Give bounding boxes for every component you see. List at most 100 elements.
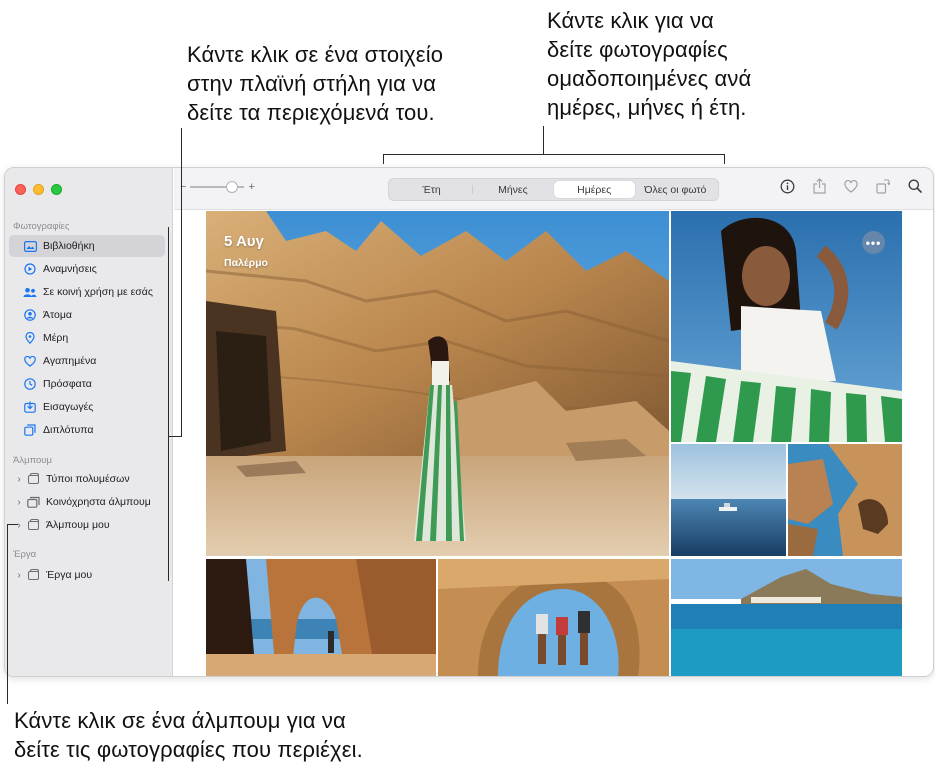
sidebar-item-label: Εισαγωγές [43,401,94,413]
tab-days[interactable]: Ημέρες [553,181,635,198]
sidebar-item-label: Άλμπουμ μου [46,519,110,531]
chevron-right-icon[interactable]: › [14,570,24,581]
leader-line-grouping [383,154,725,155]
photo-coast-water[interactable] [671,559,902,676]
callout-album: Κάντε κλικ σε ένα άλμπουμ για να δείτε τ… [14,706,363,764]
leader-line-grouping [724,154,725,164]
leader-line-album [7,524,8,704]
imports-icon [23,400,37,414]
sidebar-item-favorites[interactable]: Αγαπημένα [9,350,165,372]
callout-line: Κάντε κλικ σε ένα άλμπουμ για να [14,708,346,733]
zoom-in-label: + [248,181,255,193]
callout-line: δείτε τις φωτογραφίες που περιέχει. [14,737,363,762]
sidebar-item-label: Κοινόχρηστα άλμπουμ [46,496,151,508]
annotated-screenshot: Κάντε κλικ σε ένα στοιχείο στην πλαϊνή σ… [0,0,935,777]
tab-years[interactable]: Έτη [391,181,472,198]
clock-icon [23,377,37,391]
folder-icon [26,568,40,582]
share-icon[interactable] [811,178,827,194]
zoom-window-button[interactable] [51,184,62,195]
sidebar-item-label: Άτομα [43,309,72,321]
callout-line: στην πλαϊνή στήλη για να [187,71,437,96]
window-controls [15,184,62,195]
chevron-right-icon[interactable]: › [14,497,24,508]
folder-icon [26,472,40,486]
shared-with-you-icon [23,285,37,299]
sidebar-item-label: Βιβλιοθήκη [43,240,95,252]
sidebar-item-my-projects[interactable]: › Έργα μου [9,564,165,586]
callout-line: ομαδοποιημένες ανά [547,66,752,91]
toolbar-actions [779,178,923,194]
leader-line-grouping [543,126,544,155]
info-icon[interactable] [779,178,795,194]
callout-line: ημέρες, μήνες ή έτη. [547,95,747,120]
sidebar-item-imports[interactable]: Εισαγωγές [9,396,165,418]
callout-line: Κάντε κλικ για να [547,8,714,33]
sidebar-item-label: Έργα μου [46,569,93,581]
shared-albums-icon [26,495,40,509]
sidebar-item-shared-albums[interactable]: › Κοινόχρηστα άλμπουμ [9,491,165,513]
sidebar-item-label: Σε κοινή χρήση με εσάς [43,286,153,298]
toolbar: − + Έτη Μήνες Ημέρες Όλες οι φωτό [174,168,933,210]
sidebar: Φωτογραφίες Βιβλιοθήκη Αναμνήσεις Σε κοι… [5,168,173,676]
leader-line-album [7,524,18,525]
sidebar-item-label: Αγαπημένα [43,355,97,367]
search-icon[interactable] [907,178,923,194]
rotate-icon[interactable] [875,178,891,194]
memories-icon [23,262,37,276]
sidebar-item-label: Πρόσφατα [43,378,92,390]
photos-window: Φωτογραφίες Βιβλιοθήκη Αναμνήσεις Σε κοι… [4,167,934,677]
photo-arch-cliffs[interactable] [206,559,436,676]
people-icon [23,308,37,322]
photo-cliffs-woman[interactable]: 5 Αυγ Παλέρμο [206,211,669,556]
sidebar-item-label: Αναμνήσεις [43,263,97,275]
place-overlay: Παλέρμο [224,257,268,269]
tab-all-photos[interactable]: Όλες οι φωτό [635,181,716,198]
chevron-right-icon[interactable]: › [14,474,24,485]
sidebar-item-label: Διπλότυπα [43,424,94,436]
callout-line: Κάντε κλικ σε ένα στοιχείο [187,42,444,67]
leader-line-sidebar [168,227,169,581]
tab-months[interactable]: Μήνες [472,181,553,198]
section-title-albums: Άλμπουμ [13,455,52,466]
library-icon [23,239,37,253]
callout-grouping: Κάντε κλικ για να δείτε φωτογραφίες ομαδ… [547,6,751,122]
callout-line: δείτε φωτογραφίες [547,37,728,62]
photo-woman-portrait[interactable]: ••• [671,211,902,442]
view-segmented-control: Έτη Μήνες Ημέρες Όλες οι φωτό [388,178,719,201]
minimize-button[interactable] [33,184,44,195]
callout-sidebar: Κάντε κλικ σε ένα στοιχείο στην πλαϊνή σ… [187,40,443,127]
sidebar-item-people[interactable]: Άτομα [9,304,165,326]
chevron-right-icon[interactable]: › [14,520,24,531]
leader-line-sidebar [168,436,182,437]
photo-grid: 5 Αυγ Παλέρμο ••• [174,211,933,676]
leader-line-grouping [383,154,384,164]
zoom-slider[interactable]: − + [180,181,255,193]
folder-icon [26,518,40,532]
sidebar-item-media-types[interactable]: › Τύποι πολυμέσων [9,468,165,490]
favorite-icon[interactable] [843,178,859,194]
sidebar-item-duplicates[interactable]: Διπλότυπα [9,419,165,441]
sidebar-item-label: Τύποι πολυμέσων [46,473,130,485]
places-icon [23,331,37,345]
sidebar-item-memories[interactable]: Αναμνήσεις [9,258,165,280]
sidebar-item-my-albums[interactable]: › Άλμπουμ μου [9,514,165,536]
photo-boat-sea[interactable] [671,444,786,556]
sidebar-item-shared-with-you[interactable]: Σε κοινή χρήση με εσάς [9,281,165,303]
zoom-track[interactable] [190,181,245,193]
zoom-knob[interactable] [226,181,239,193]
sidebar-item-recents[interactable]: Πρόσφατα [9,373,165,395]
sidebar-item-places[interactable]: Μέρη [9,327,165,349]
leader-line-sidebar [181,128,182,437]
sidebar-item-library[interactable]: Βιβλιοθήκη [9,235,165,257]
more-options-button[interactable]: ••• [862,231,885,254]
section-title-projects: Έργα [13,549,37,560]
duplicates-icon [23,423,37,437]
heart-icon [23,354,37,368]
sidebar-item-label: Μέρη [43,332,69,344]
close-button[interactable] [15,184,26,195]
photo-coastal-rocks[interactable] [788,444,902,556]
section-title-photos: Φωτογραφίες [13,221,70,232]
photo-friends-cave[interactable] [438,559,669,676]
callout-line: δείτε τα περιεχόμενά του. [187,100,435,125]
